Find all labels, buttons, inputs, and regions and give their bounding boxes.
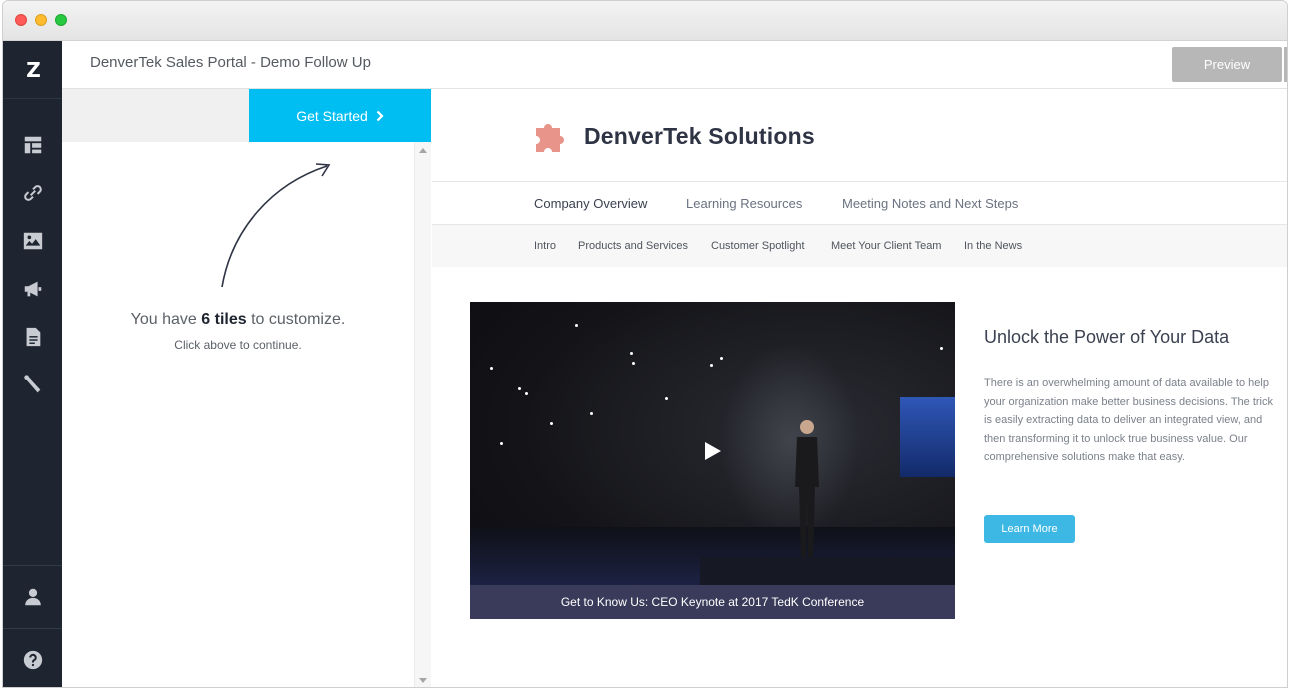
ceiling-light xyxy=(632,362,635,365)
close-window-button[interactable] xyxy=(15,14,27,26)
video-player[interactable]: Get to Know Us: CEO Keynote at 2017 TedK… xyxy=(470,302,955,619)
stage-screen xyxy=(900,397,955,477)
sidebar-item-help[interactable] xyxy=(3,640,62,680)
brand-name: DenverTek Solutions xyxy=(584,122,815,149)
ceiling-light xyxy=(720,357,723,360)
ceiling-light xyxy=(940,347,943,350)
ceiling-light xyxy=(665,397,668,400)
subnav-customer-spotlight[interactable]: Customer Spotlight xyxy=(711,240,805,252)
top-bar: DenverTek Sales Portal - Demo Follow Up … xyxy=(62,41,1287,89)
ceiling-light xyxy=(710,364,713,367)
ceiling-light xyxy=(575,324,578,327)
app-window: Z DenverTek Sales Portal - Demo Follow U… xyxy=(2,0,1288,688)
minimize-window-button[interactable] xyxy=(35,14,47,26)
brand-header: DenverTek Solutions xyxy=(532,119,815,153)
subnav-client-team[interactable]: Meet Your Client Team xyxy=(831,240,941,252)
sidebar-item-links[interactable] xyxy=(3,173,62,213)
ceiling-light xyxy=(550,422,553,425)
puzzle-piece-icon xyxy=(536,124,564,152)
subnav-in-the-news[interactable]: In the News xyxy=(964,240,1022,252)
app-logo[interactable]: Z xyxy=(3,41,62,99)
curved-arrow-icon xyxy=(221,163,331,288)
tiles-message-suffix: to customize. xyxy=(246,311,346,328)
stage-floor xyxy=(700,557,955,587)
page-title: DenverTek Sales Portal - Demo Follow Up xyxy=(90,54,371,71)
ceiling-light xyxy=(630,352,633,355)
nav-learning-resources[interactable]: Learning Resources xyxy=(686,196,802,211)
panel-header-strip xyxy=(62,89,249,142)
section-headline: Unlock the Power of Your Data xyxy=(984,327,1230,347)
preview-button[interactable]: Preview xyxy=(1172,47,1282,82)
video-caption: Get to Know Us: CEO Keynote at 2017 TedK… xyxy=(470,585,955,619)
chevron-right-icon xyxy=(376,110,384,121)
dashboard-icon xyxy=(24,136,41,154)
sidebar-item-announcements[interactable] xyxy=(3,269,62,309)
sidebar-item-dashboard[interactable] xyxy=(3,125,62,165)
sidebar-divider xyxy=(3,628,62,629)
sidebar-item-tools[interactable] xyxy=(3,365,62,405)
primary-nav: Company Overview Learning Resources Meet… xyxy=(432,181,1287,225)
preview-menu-toggle[interactable] xyxy=(1284,47,1287,82)
tiles-message: You have 6 tiles to customize. xyxy=(62,311,414,329)
megaphone-icon xyxy=(24,281,41,297)
ceiling-light xyxy=(490,367,493,370)
sidebar-item-documents[interactable] xyxy=(3,317,62,357)
scroll-up-arrow-icon[interactable] xyxy=(419,148,427,153)
stage-light xyxy=(720,342,860,542)
continue-hint: Click above to continue. xyxy=(174,338,302,352)
get-started-button[interactable]: Get Started xyxy=(249,89,431,142)
portal-preview: DenverTek Solutions Company Overview Lea… xyxy=(432,89,1287,687)
document-icon xyxy=(26,327,40,347)
secondary-nav: Intro Products and Services Customer Spo… xyxy=(432,225,1287,267)
tiles-message-prefix: You have xyxy=(130,311,202,328)
learn-more-button[interactable]: Learn More xyxy=(984,515,1075,543)
sidebar: Z xyxy=(3,41,62,687)
sidebar-item-images[interactable] xyxy=(3,221,62,261)
tiles-count: 6 tiles xyxy=(201,311,247,328)
scroll-down-arrow-icon[interactable] xyxy=(419,678,427,683)
subnav-products-services[interactable]: Products and Services xyxy=(578,240,688,252)
nav-company-overview[interactable]: Company Overview xyxy=(534,196,647,211)
nav-meeting-notes[interactable]: Meeting Notes and Next Steps xyxy=(842,196,1018,211)
image-icon xyxy=(23,232,42,250)
panel-scrollbar[interactable] xyxy=(414,142,431,687)
section-body: There is an overwhelming amount of data … xyxy=(984,377,1273,464)
speaker-figure xyxy=(795,420,819,557)
subnav-intro[interactable]: Intro xyxy=(534,240,556,252)
ceiling-light xyxy=(500,442,503,445)
get-started-label: Get Started xyxy=(296,107,368,124)
ceiling-light xyxy=(518,387,521,390)
customize-panel: Get Started You have 6 tiles to customiz… xyxy=(62,89,431,687)
help-icon xyxy=(23,650,42,670)
maximize-window-button[interactable] xyxy=(55,14,67,26)
logo-mark: Z xyxy=(26,57,40,82)
play-icon[interactable] xyxy=(705,442,721,460)
ceiling-light xyxy=(590,412,593,415)
user-icon xyxy=(24,588,41,606)
ceiling-light xyxy=(525,392,528,395)
link-icon xyxy=(23,185,42,201)
tools-icon xyxy=(23,375,40,393)
sidebar-divider xyxy=(3,565,62,566)
sidebar-item-account[interactable] xyxy=(3,577,62,617)
window-titlebar xyxy=(3,1,1287,41)
